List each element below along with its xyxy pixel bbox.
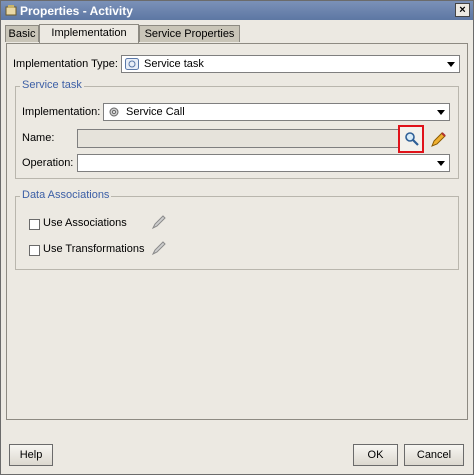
implementation-type-value: Service task bbox=[144, 58, 204, 70]
tab-basic[interactable]: Basic bbox=[5, 25, 39, 42]
implementation-select[interactable]: Service Call bbox=[103, 103, 450, 121]
edit-name-pencil-icon[interactable] bbox=[430, 130, 446, 148]
tab-implementation[interactable]: Implementation bbox=[39, 24, 139, 43]
chevron-down-icon bbox=[447, 62, 455, 67]
data-associations-group: Data Associations bbox=[15, 189, 459, 270]
service-task-icon bbox=[125, 58, 139, 70]
implementation-panel: Implementation Type: Service task Servic… bbox=[6, 43, 468, 420]
use-transformations-checkbox[interactable] bbox=[29, 245, 40, 256]
implementation-label: Implementation: bbox=[22, 106, 101, 118]
close-button[interactable]: × bbox=[455, 3, 470, 17]
search-icon bbox=[405, 132, 419, 146]
name-field[interactable] bbox=[77, 129, 399, 148]
cancel-button[interactable]: Cancel bbox=[404, 444, 464, 466]
operation-select[interactable] bbox=[77, 154, 450, 172]
use-transformations-label: Use Transformations bbox=[43, 243, 145, 255]
use-associations-label: Use Associations bbox=[43, 217, 127, 229]
help-button[interactable]: Help bbox=[9, 444, 53, 466]
title-bar: Properties - Activity × bbox=[1, 1, 473, 20]
implementation-value: Service Call bbox=[126, 106, 185, 118]
name-label: Name: bbox=[22, 132, 55, 144]
window-title: Properties - Activity bbox=[20, 4, 133, 18]
chevron-down-icon bbox=[437, 110, 445, 115]
implementation-type-select[interactable]: Service task bbox=[121, 55, 460, 73]
operation-label: Operation: bbox=[22, 157, 74, 169]
service-task-group-label: Service task bbox=[20, 79, 84, 91]
app-icon bbox=[5, 5, 17, 16]
use-associations-checkbox[interactable] bbox=[29, 219, 40, 230]
implementation-type-label: Implementation Type: bbox=[13, 58, 118, 70]
tab-service-properties[interactable]: Service Properties bbox=[139, 25, 240, 42]
search-button[interactable] bbox=[398, 125, 424, 153]
edit-transformations-pencil-icon[interactable] bbox=[151, 240, 167, 256]
edit-associations-pencil-icon[interactable] bbox=[151, 214, 167, 230]
data-associations-group-label: Data Associations bbox=[20, 189, 112, 201]
chevron-down-icon bbox=[437, 161, 445, 166]
ok-button[interactable]: OK bbox=[353, 444, 398, 466]
properties-dialog: Properties - Activity × Basic Implementa… bbox=[0, 0, 474, 475]
gear-icon bbox=[109, 107, 119, 117]
